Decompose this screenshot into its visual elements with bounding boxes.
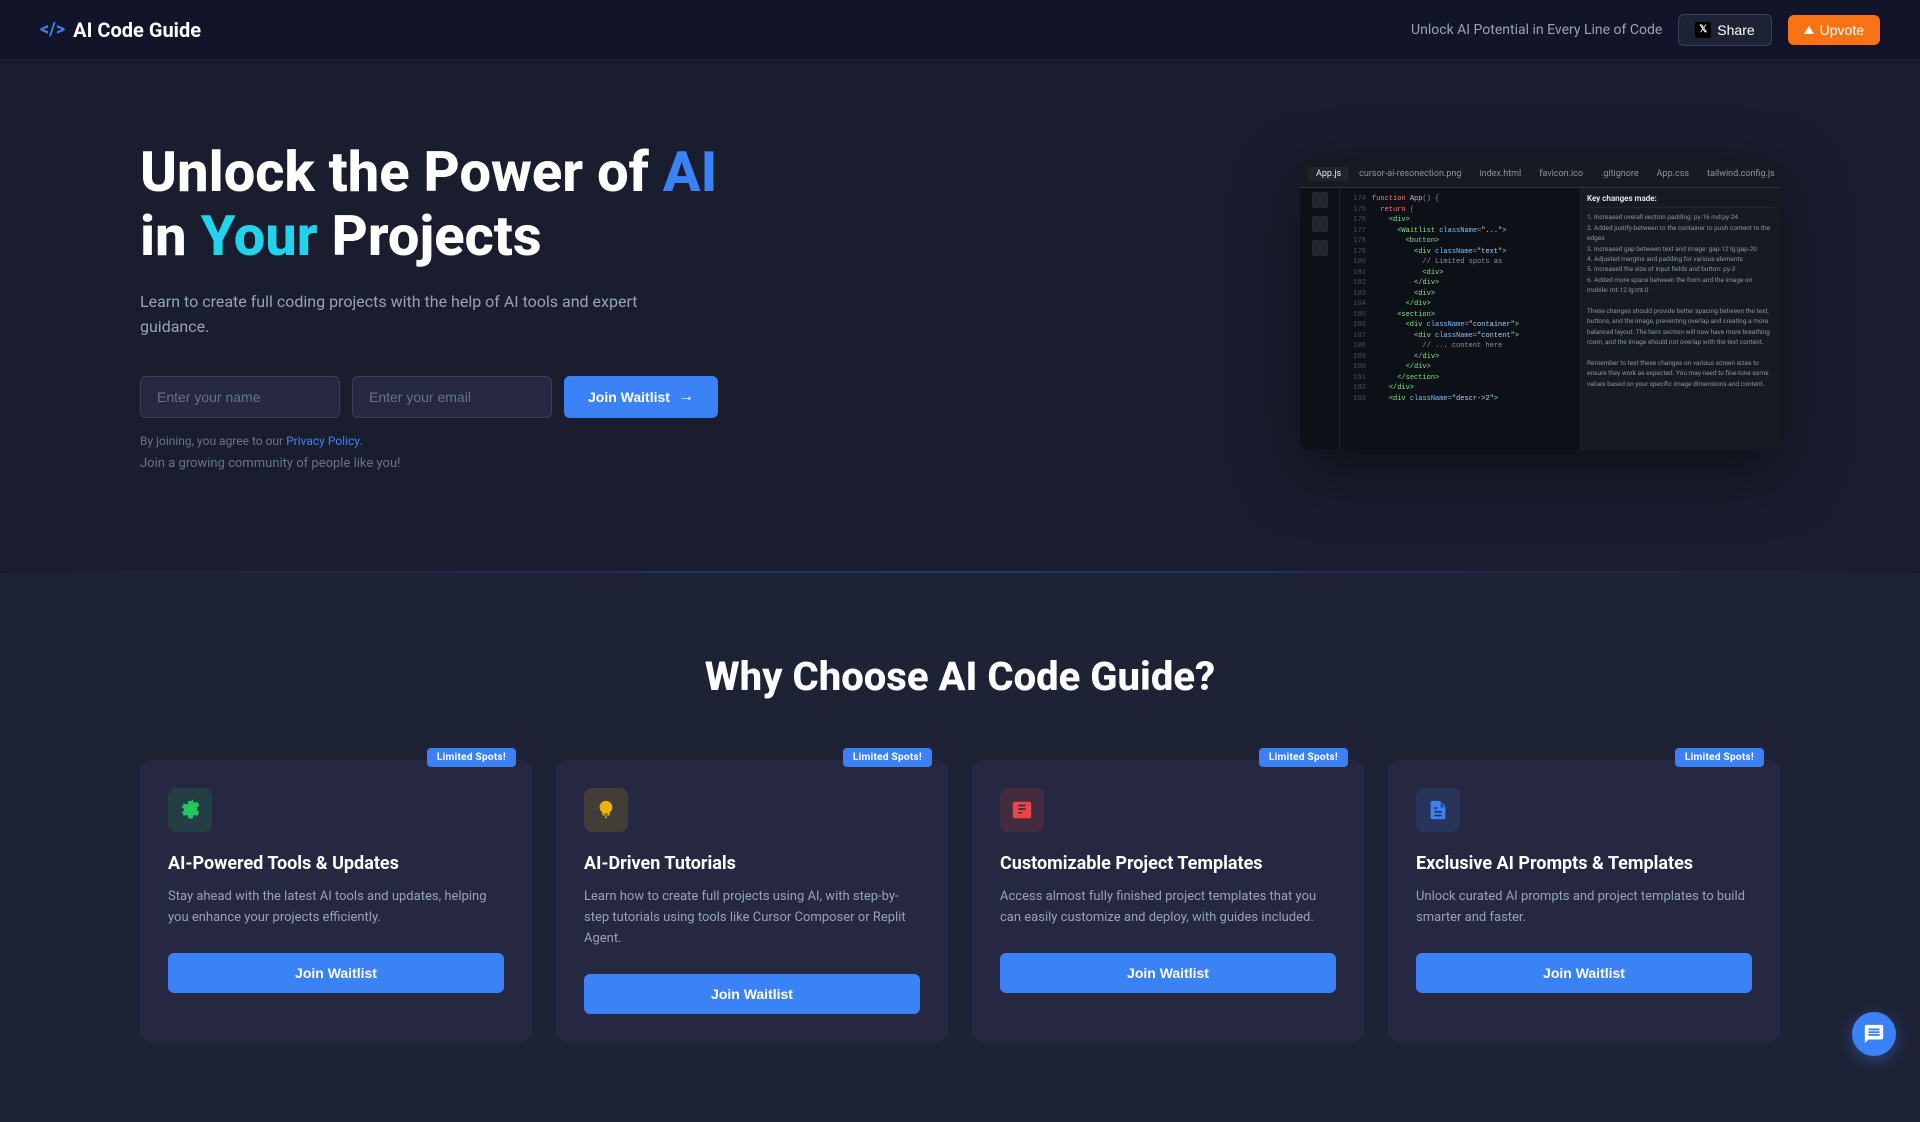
code-editor-preview: App.js cursor-ai-resonection.png index.h… [1300, 160, 1780, 450]
card-templates: Limited Spots! Customizable Project Temp… [972, 760, 1364, 1042]
hero-title-projects: Projects [318, 203, 542, 269]
share-button[interactable]: 𝕏 Share [1678, 14, 1771, 46]
nav-right: Unlock AI Potential in Every Line of Cod… [1411, 14, 1880, 46]
ai-panel-title: Key changes made: [1587, 194, 1774, 208]
card-badge-4: Limited Spots! [1675, 748, 1764, 767]
upvote-icon [1804, 26, 1814, 34]
card-ai-tools: Limited Spots! AI-Powered Tools & Update… [140, 760, 532, 1042]
hero-title-prefix1: Unlock the Power of [140, 139, 663, 205]
privacy-policy-link[interactable]: Privacy Policy [286, 434, 359, 448]
sidebar-item2 [1312, 216, 1328, 232]
arrow-icon: → [678, 388, 694, 406]
join-waitlist-button[interactable]: Join Waitlist → [564, 376, 718, 418]
card-join-btn-3[interactable]: Join Waitlist [1000, 953, 1336, 993]
editor-body: 174function App() { 175 return ( 176 <di… [1300, 188, 1780, 450]
code-lines: 174function App() { 175 return ( 176 <di… [1340, 188, 1580, 450]
ai-suggestions-panel: Key changes made: 1. Increased overall s… [1580, 188, 1780, 450]
upvote-button[interactable]: Upvote [1788, 15, 1880, 45]
hero-community-text: Join a growing community of people like … [140, 456, 718, 471]
sidebar-item3 [1312, 240, 1328, 256]
card-join-btn-2[interactable]: Join Waitlist [584, 974, 920, 1014]
legal-prefix: By joining, you agree to our [140, 434, 286, 448]
share-label: Share [1717, 22, 1754, 38]
tab-appcss[interactable]: App.css [1649, 167, 1697, 181]
join-label: Join Waitlist [588, 389, 670, 405]
why-title: Why Choose AI Code Guide? [140, 653, 1780, 700]
gear-icon [168, 788, 212, 832]
name-input[interactable] [140, 376, 340, 418]
card-join-btn-4[interactable]: Join Waitlist [1416, 953, 1752, 993]
nav-tagline: Unlock AI Potential in Every Line of Cod… [1411, 22, 1662, 38]
card-badge-1: Limited Spots! [427, 748, 516, 767]
card-title-3: Customizable Project Templates [1000, 852, 1336, 875]
card-badge-3: Limited Spots! [1259, 748, 1348, 767]
tab-cursor[interactable]: cursor-ai-resonection.png [1351, 167, 1469, 181]
tab-favicon[interactable]: favicon.ico [1531, 167, 1591, 181]
editor-tabs: App.js cursor-ai-resonection.png index.h… [1300, 160, 1780, 188]
bulb-icon [584, 788, 628, 832]
sidebar-item1 [1312, 192, 1328, 208]
document-icon [1416, 788, 1460, 832]
card-desc-3: Access almost fully finished project tem… [1000, 887, 1336, 929]
card-desc-2: Learn how to create full projects using … [584, 887, 920, 949]
hero-title-in: in [140, 203, 201, 269]
card-title-1: AI-Powered Tools & Updates [168, 852, 504, 875]
card-desc-4: Unlock curated AI prompts and project te… [1416, 887, 1752, 929]
hero-title: Unlock the Power of AI in Your Projects [140, 140, 718, 269]
hero-subtitle: Learn to create full coding projects wit… [140, 289, 640, 340]
navbar: </> AI Code Guide Unlock AI Potential in… [0, 0, 1920, 60]
chat-bubble-button[interactable] [1852, 1012, 1896, 1056]
hero-title-your: Your [201, 203, 318, 269]
card-tutorials: Limited Spots! AI-Driven Tutorials Learn… [556, 760, 948, 1042]
ai-panel-content: 1. Increased overall section padding: py… [1587, 212, 1774, 389]
editor-sidebar [1300, 188, 1340, 450]
logo[interactable]: </> AI Code Guide [40, 18, 201, 42]
tab-gitignore[interactable]: .gitignore [1593, 167, 1647, 181]
tab-tailwind[interactable]: tailwind.config.js [1699, 167, 1780, 181]
card-badge-2: Limited Spots! [843, 748, 932, 767]
x-icon: 𝕏 [1695, 22, 1711, 38]
logo-icon: </> [40, 19, 65, 40]
hero-title-ai: AI [663, 139, 718, 205]
cards-grid: Limited Spots! AI-Powered Tools & Update… [140, 760, 1780, 1042]
card-join-btn-1[interactable]: Join Waitlist [168, 953, 504, 993]
legal-suffix: . [359, 434, 362, 448]
why-section: Why Choose AI Code Guide? Limited Spots!… [0, 573, 1920, 1122]
card-desc-1: Stay ahead with the latest AI tools and … [168, 887, 504, 929]
logo-text: AI Code Guide [73, 18, 201, 42]
card-title-4: Exclusive AI Prompts & Templates [1416, 852, 1752, 875]
hero-content: Unlock the Power of AI in Your Projects … [140, 140, 718, 471]
hero-image: App.js cursor-ai-resonection.png index.h… [1300, 160, 1780, 450]
hero-section: Unlock the Power of AI in Your Projects … [0, 60, 1920, 571]
terminal-icon [1000, 788, 1044, 832]
email-input[interactable] [352, 376, 552, 418]
upvote-label: Upvote [1820, 22, 1864, 38]
hero-form: Join Waitlist → [140, 376, 718, 418]
tab-appjs[interactable]: App.js [1308, 167, 1349, 181]
tab-index[interactable]: index.html [1471, 167, 1529, 181]
section-divider [0, 571, 1920, 573]
hero-legal: By joining, you agree to our Privacy Pol… [140, 434, 718, 448]
card-title-2: AI-Driven Tutorials [584, 852, 920, 875]
card-prompts: Limited Spots! Exclusive AI Prompts & Te… [1388, 760, 1780, 1042]
